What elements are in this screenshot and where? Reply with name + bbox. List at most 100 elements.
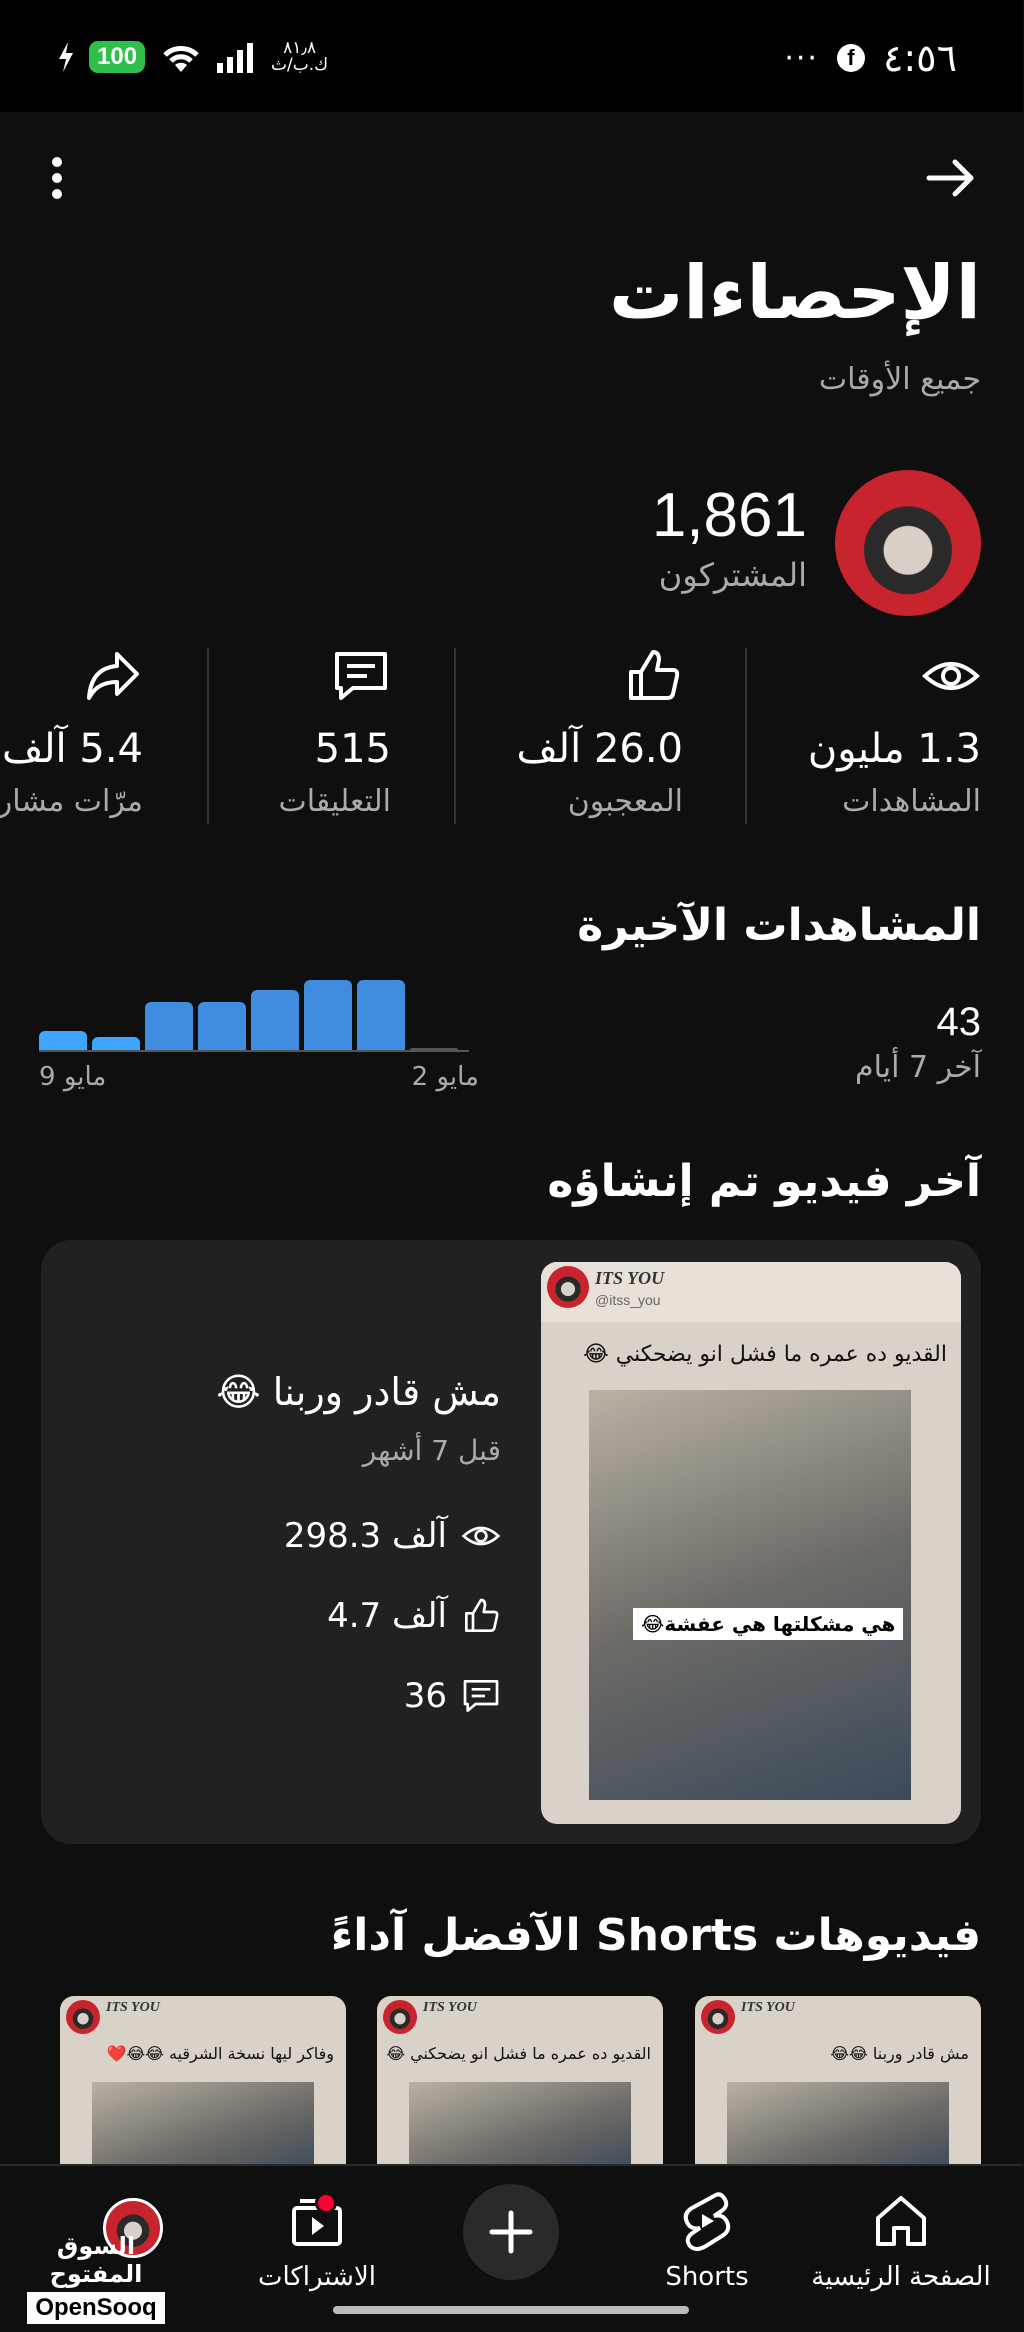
shorts-icon (684, 2192, 732, 2251)
page-title: الإحصاءات (609, 250, 982, 336)
stat-views-label: المشاهدات (843, 784, 982, 819)
chart-bar (305, 980, 353, 1050)
short-thumbnail[interactable]: ITS YOU مش قادر وربنا 😂😂 (696, 1996, 982, 2166)
plus-icon (490, 2210, 534, 2254)
time-range-label[interactable]: جميع الأوقات (820, 362, 982, 397)
chart-tick-label: 9 مايو (40, 1062, 108, 1092)
short-caption: القديو ده عمره ما فشل انو يضحكني 😂 (387, 2044, 652, 2063)
stat-likes[interactable]: 26.0 آلف المعجبون (464, 646, 684, 826)
subscriber-count: 1,861 (652, 481, 808, 550)
stat-shares-label: مرّات مشاركة (0, 784, 144, 819)
short-thumbnail[interactable]: ITS YOU القديو ده عمره ما فشل انو يضحكني… (378, 1996, 664, 2166)
battery-level: 100 (90, 41, 147, 73)
video-thumbnail[interactable]: ITS YOU @itss_you القديو ده عمره ما فشل … (542, 1262, 962, 1824)
short-photo (728, 2082, 950, 2166)
video-views-value: 298.3 آلف (284, 1516, 448, 1556)
thumbnail-photo (590, 1390, 912, 1800)
comment-icon (464, 1680, 500, 1712)
back-arrow-icon[interactable] (924, 150, 980, 206)
watermark: السوق المفتوح OpenSooq (22, 2232, 172, 2324)
home-indicator (334, 2306, 690, 2314)
thumbnail-caption: القديو ده عمره ما فشل انو يضحكني 😂 (584, 1342, 948, 1367)
eye-icon (923, 662, 981, 690)
nav-subscriptions[interactable]: الاشتراكات (218, 2176, 418, 2306)
signal-icon (218, 43, 255, 73)
stat-shares-value: 5.4 آلف (2, 726, 144, 772)
subscriber-label: المشتركون (659, 556, 808, 594)
short-logo (384, 2000, 418, 2034)
latest-video-title: آخر فيديو تم إنشاؤه (548, 1156, 982, 1207)
short-photo (410, 2082, 632, 2166)
stat-shares[interactable]: 5.4 آلف مرّات مشاركة (0, 646, 144, 826)
video-likes: 4.7 آلف (328, 1596, 502, 1636)
chart-bar (146, 1002, 194, 1050)
video-views: 298.3 آلف (285, 1516, 502, 1556)
notification-dot (316, 2192, 338, 2214)
eye-icon (462, 1526, 502, 1546)
video-comments: 36 (405, 1676, 502, 1716)
chart-bar (252, 990, 300, 1050)
nav-shorts-label: Shorts (666, 2262, 750, 2292)
status-left: 100 ٨١٫٨ ك.ب/ث (58, 40, 329, 74)
home-icon (877, 2196, 927, 2246)
recent-views-period: آخر 7 أيام (856, 1050, 982, 1085)
short-brand: ITS YOU (107, 2000, 161, 2015)
top-shorts-title: فيديوهات Shorts الآفضل آداءً (331, 1910, 982, 1961)
status-right: ··· f ٤:٥٦ (785, 36, 958, 80)
video-age: قبل 7 أشهر (363, 1434, 502, 1467)
thumbnail-handle: @itss_you (596, 1292, 662, 1308)
thumbs-up-icon (466, 1598, 500, 1632)
stat-comments[interactable]: 515 التعليقات (242, 646, 392, 826)
share-icon (88, 652, 140, 700)
short-thumbnail[interactable]: ITS YOU وفاكر ليها نسخة الشرقيه 😂😂❤️ (61, 1996, 347, 2166)
video-likes-value: 4.7 آلف (328, 1596, 448, 1636)
recent-views-chart[interactable]: 9 مايو 2 مايو (40, 980, 480, 1110)
stat-comments-value: 515 (315, 726, 392, 772)
chart-tick-label: 2 مايو (412, 1062, 480, 1092)
stat-views-value: 1.3 مليون (808, 726, 982, 772)
watermark-arabic: السوق المفتوح (50, 2232, 144, 2288)
thumbnail-logo (548, 1266, 590, 1308)
stat-views[interactable]: 1.3 مليون المشاهدات (732, 646, 982, 826)
nav-home-label: الصفحة الرئيسية (812, 2262, 992, 2292)
chart-bar (40, 1031, 88, 1050)
stat-comments-label: التعليقات (279, 784, 392, 819)
video-comments-value: 36 (404, 1676, 448, 1716)
charging-icon (60, 42, 74, 72)
short-caption: وفاكر ليها نسخة الشرقيه 😂😂❤️ (107, 2044, 335, 2063)
chart-bar (358, 980, 406, 1050)
channel-avatar[interactable] (836, 470, 982, 616)
network-speed: ٨١٫٨ ك.ب/ث (272, 40, 329, 74)
create-button[interactable] (464, 2184, 560, 2280)
short-logo (702, 2000, 736, 2034)
stat-likes-label: المعجبون (568, 784, 684, 819)
more-options-icon[interactable] (40, 150, 76, 206)
nav-home[interactable]: الصفحة الرئيسية (802, 2176, 1002, 2306)
thumbs-up-icon (630, 650, 681, 700)
speed-unit: ك.ب/ث (272, 55, 330, 75)
stats-row: 1.3 مليون المشاهدات 26.0 آلف المعجبون 51… (0, 646, 1024, 826)
thumbnail-brand: ITS YOU (596, 1268, 666, 1288)
video-title: مش قادر وربنا 😂 (217, 1370, 502, 1414)
short-brand: ITS YOU (424, 2000, 478, 2015)
recent-views-count: 43 (937, 1000, 983, 1044)
thumbnail-sticker: هي مشكلتها هي عفشة😂 (634, 1608, 905, 1640)
more-notifications-icon: ··· (785, 40, 820, 76)
chart-baseline (40, 1050, 470, 1052)
wifi-icon (164, 46, 200, 72)
latest-video-card[interactable]: ITS YOU @itss_you القديو ده عمره ما فشل … (42, 1240, 982, 1844)
chart-bar (93, 1037, 141, 1050)
short-photo (93, 2082, 315, 2166)
short-brand: ITS YOU (742, 2000, 796, 2015)
short-logo (67, 2000, 101, 2034)
comment-icon (336, 652, 388, 700)
status-bar: 100 ٨١٫٨ ك.ب/ث ··· f ٤:٥٦ (0, 0, 1024, 112)
watermark-latin: OpenSooq (28, 2292, 166, 2324)
short-caption: مش قادر وربنا 😂😂 (831, 2044, 970, 2063)
facebook-icon: f (837, 44, 866, 72)
nav-shorts[interactable]: Shorts (608, 2176, 808, 2306)
stat-likes-value: 26.0 آلف (517, 726, 684, 772)
chart-bar (199, 1002, 247, 1050)
clock: ٤:٥٦ (883, 36, 958, 80)
nav-subscriptions-label: الاشتراكات (258, 2262, 378, 2292)
